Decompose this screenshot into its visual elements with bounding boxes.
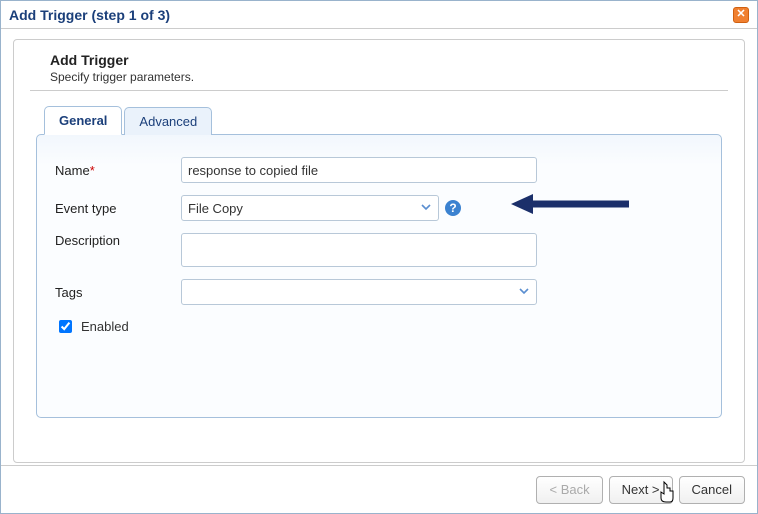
dialog-footer: < Back Next > Cancel [1, 465, 757, 513]
close-icon: ✕ [736, 9, 745, 20]
enabled-checkbox-wrap[interactable]: Enabled [55, 317, 129, 336]
event-type-label: Event type [55, 201, 181, 216]
tab-advanced[interactable]: Advanced [124, 107, 212, 135]
cancel-button[interactable]: Cancel [679, 476, 745, 504]
tab-general[interactable]: General [44, 106, 122, 135]
tab-label: Advanced [139, 114, 197, 129]
tabs-container: General Advanced Name* Event type [36, 105, 722, 418]
event-type-select[interactable]: File Copy [181, 195, 439, 221]
window-title: Add Trigger (step 1 of 3) [9, 7, 170, 23]
section-subtitle: Specify trigger parameters. [50, 70, 728, 84]
row-event-type: Event type File Copy ? [55, 195, 703, 221]
name-label: Name* [55, 163, 181, 178]
divider [30, 90, 728, 91]
dialog-window: Add Trigger (step 1 of 3) ✕ Add Trigger … [0, 0, 758, 514]
description-label: Description [55, 233, 181, 248]
description-input[interactable] [181, 233, 537, 267]
section-title: Add Trigger [50, 52, 728, 68]
dialog-content: Add Trigger Specify trigger parameters. … [13, 39, 745, 463]
tags-select[interactable] [181, 279, 537, 305]
help-icon[interactable]: ? [445, 200, 461, 216]
chevron-down-icon [420, 201, 432, 216]
required-marker: * [90, 163, 95, 178]
close-button[interactable]: ✕ [733, 7, 749, 23]
row-description: Description [55, 233, 703, 267]
next-button[interactable]: Next > [609, 476, 673, 504]
tags-label: Tags [55, 285, 181, 300]
tab-strip: General Advanced [36, 106, 722, 135]
name-label-text: Name [55, 163, 90, 178]
row-enabled: Enabled [55, 317, 703, 336]
enabled-checkbox[interactable] [59, 320, 72, 333]
back-button: < Back [536, 476, 602, 504]
enabled-label: Enabled [81, 319, 129, 334]
name-input[interactable] [181, 157, 537, 183]
row-tags: Tags [55, 279, 703, 305]
title-bar: Add Trigger (step 1 of 3) ✕ [1, 1, 757, 29]
row-name: Name* [55, 157, 703, 183]
chevron-down-icon [518, 285, 530, 300]
tab-body-general: Name* Event type File Copy ? [36, 134, 722, 418]
event-type-value: File Copy [188, 201, 243, 216]
tab-label: General [59, 113, 107, 128]
